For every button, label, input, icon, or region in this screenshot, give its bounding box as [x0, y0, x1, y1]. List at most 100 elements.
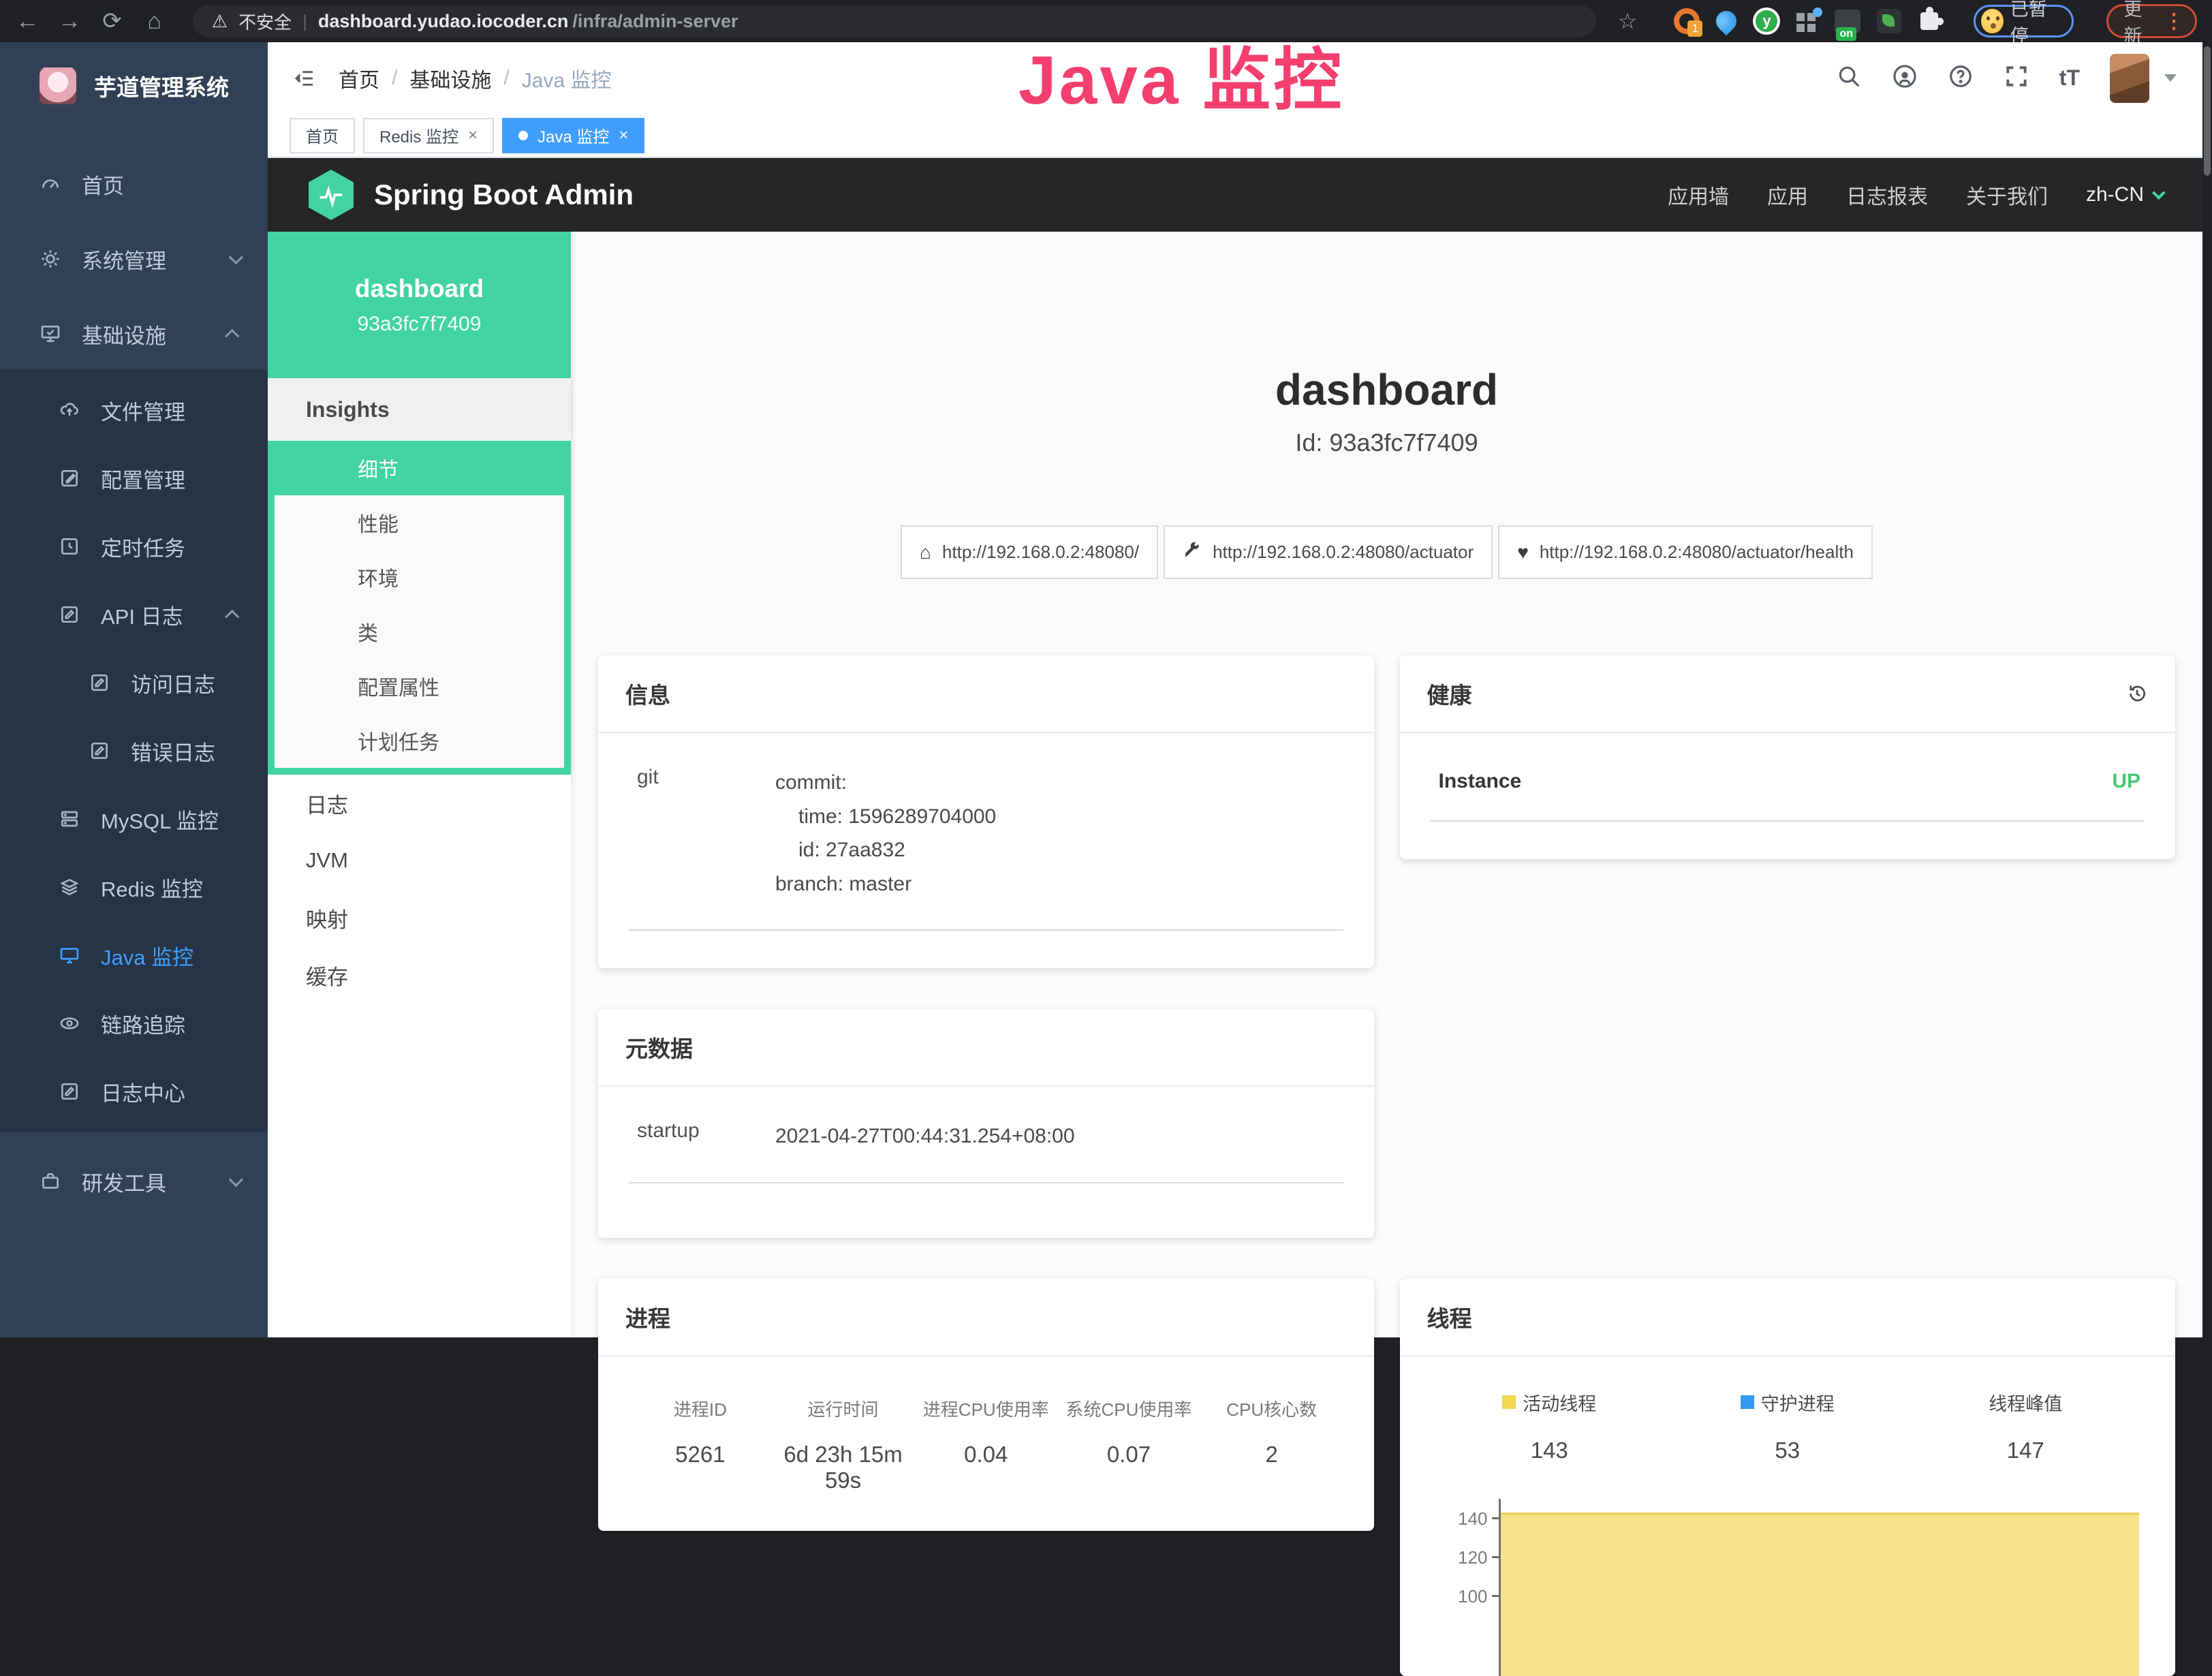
metadata-card-title: 元数据 [598, 1009, 1374, 1087]
reload-icon[interactable]: ⟳ [99, 10, 124, 33]
actuator-url-link[interactable]: http://192.168.0.2:48080/actuator [1164, 525, 1493, 579]
sidebar-item-trace[interactable]: 链路追踪 [0, 989, 268, 1057]
instance-id: 93a3fc7f7409 [358, 313, 482, 336]
sidebar-item-mysql[interactable]: MySQL 监控 [0, 785, 268, 853]
metadata-card: 元数据 startup 2021-04-27T00:44:31.254+08:0… [598, 1009, 1374, 1238]
sidebar-fold-icon[interactable] [294, 67, 315, 89]
tab-java[interactable]: Java 监控 × [502, 118, 644, 153]
forward-icon[interactable]: → [57, 10, 82, 33]
nav-item-logs[interactable]: 日志 [268, 775, 571, 832]
security-label[interactable]: 不安全 [238, 9, 292, 34]
window-scrollbar[interactable] [2202, 42, 2212, 1337]
nav-item-metrics[interactable]: 性能 [275, 495, 564, 550]
nav-applications[interactable]: 应用 [1767, 180, 1808, 210]
cloud-upload-icon [59, 399, 80, 421]
service-url-link[interactable]: ⌂ http://192.168.0.2:48080/ [901, 525, 1158, 579]
extension-leaf-icon[interactable] [1877, 9, 1901, 33]
github-icon[interactable] [1892, 63, 1918, 93]
avatar-caret-icon[interactable] [2164, 74, 2177, 82]
search-icon[interactable] [1836, 63, 1862, 93]
sidebar-item-config[interactable]: 配置管理 [0, 444, 268, 512]
gauge-icon [40, 173, 61, 195]
nav-item-configprops[interactable]: 配置属性 [275, 659, 564, 713]
eye-icon [59, 1012, 80, 1034]
threads-card: 线程 活动线程 143 守护进程 53 线程峰值 147 [1400, 1279, 2176, 1676]
metadata-startup-row: startup 2021-04-27T00:44:31.254+08:00 [629, 1119, 1343, 1183]
sidebar-item-java[interactable]: Java 监控 [0, 921, 268, 989]
nav-item-mappings[interactable]: 映射 [268, 889, 571, 946]
edit-square-icon [59, 1081, 80, 1102]
sidebar-item-access-log[interactable]: 访问日志 [0, 649, 268, 717]
nav-item-classes[interactable]: 类 [275, 604, 564, 659]
nav-item-jvm[interactable]: JVM [268, 832, 571, 889]
spring-boot-admin-logo-icon[interactable] [309, 170, 354, 220]
chevron-up-icon [225, 328, 239, 343]
help-icon[interactable] [1948, 63, 1974, 93]
extension-pin-icon[interactable] [1712, 7, 1741, 35]
sidebar-item-api-log[interactable]: API 日志 [0, 580, 268, 649]
scrollbar-thumb[interactable] [2204, 46, 2211, 176]
instance-header[interactable]: dashboard 93a3fc7f7409 [268, 232, 571, 378]
fullscreen-icon[interactable] [2004, 63, 2029, 93]
process-columns: 进程ID 5261 运行时间 6d 23h 15m 59s 进程CPU使用率 0… [629, 1389, 1343, 1493]
address-bar[interactable]: ⚠ 不安全 | dashboard.yudao.iocoder.cn /infr… [193, 5, 1596, 37]
extension-y-icon[interactable]: y [1753, 7, 1780, 35]
nav-about[interactable]: 关于我们 [1966, 180, 2048, 210]
gear-icon [40, 248, 61, 270]
user-avatar[interactable] [2110, 54, 2149, 103]
nav-item-environment[interactable]: 环境 [275, 550, 564, 604]
metadata-row-label: startup [629, 1119, 775, 1153]
tab-home[interactable]: 首页 [290, 118, 355, 153]
breadcrumb-infra[interactable]: 基础设施 [409, 63, 491, 93]
health-row-label: Instance [1439, 770, 1522, 793]
nav-item-scheduled-tasks[interactable]: 计划任务 [275, 713, 564, 768]
admin-sidebar: 芋道管理系统 首页 系统管理 基础设施 文件管理 配置管理 定时任务 API 日… [0, 42, 268, 1337]
link-label: http://192.168.0.2:48080/actuator/health [1540, 542, 1854, 563]
paused-chip[interactable]: 已暂停 [1974, 5, 2074, 37]
sidebar-item-redis[interactable]: Redis 监控 [0, 853, 268, 921]
sidebar-item-log-center[interactable]: 日志中心 [0, 1057, 268, 1126]
process-card-title: 进程 [598, 1279, 1374, 1356]
nav-wallboard[interactable]: 应用墙 [1668, 180, 1729, 210]
extensions-puzzle-icon[interactable] [1920, 12, 1938, 30]
display-icon [59, 944, 80, 966]
tab-redis[interactable]: Redis 监控 × [363, 118, 494, 153]
extension-colorpicker-icon[interactable]: 1 [1674, 8, 1700, 34]
info-row-label: git [629, 766, 775, 901]
server-icon [59, 808, 80, 830]
chart-plot-area [1499, 1499, 2145, 1676]
sidebar-item-jobs[interactable]: 定时任务 [0, 512, 268, 580]
extension-switch-icon[interactable]: on [1835, 10, 1860, 33]
breadcrumb-separator: / [503, 67, 509, 90]
breadcrumb: 首页 / 基础设施 / Java 监控 [339, 63, 611, 93]
extension-grid-icon[interactable] [1796, 10, 1818, 32]
url-path: /infra/admin-server [572, 11, 738, 32]
sidebar-item-home[interactable]: 首页 [0, 149, 268, 219]
bookmark-star-icon[interactable]: ☆ [1618, 8, 1638, 34]
close-icon[interactable]: × [468, 126, 478, 145]
history-icon[interactable] [2126, 683, 2148, 704]
sba-brand-title[interactable]: Spring Boot Admin [374, 179, 634, 211]
breadcrumb-home[interactable]: 首页 [339, 63, 379, 93]
health-url-link[interactable]: ♥ http://192.168.0.2:48080/actuator/heal… [1498, 525, 1873, 579]
sidebar-item-system[interactable]: 系统管理 [0, 223, 268, 294]
chart-area-fill [1501, 1512, 2140, 1676]
close-icon[interactable]: × [619, 126, 628, 145]
app-logo[interactable]: 芋道管理系统 [0, 42, 268, 129]
browser-home-icon[interactable]: ⌂ [142, 10, 167, 33]
sidebar-item-infra[interactable]: 基础设施 [0, 298, 268, 369]
nav-journal[interactable]: 日志报表 [1846, 180, 1928, 210]
nav-item-details[interactable]: 细节 [268, 441, 571, 495]
sidebar-item-files[interactable]: 文件管理 [0, 376, 268, 444]
sidebar-item-devtools[interactable]: 研发工具 [0, 1146, 268, 1217]
sba-header: Spring Boot Admin 应用墙 应用 日志报表 关于我们 zh-CN [268, 158, 2202, 232]
threads-card-title: 线程 [1400, 1279, 2176, 1356]
back-icon[interactable]: ← [15, 10, 40, 33]
menu-dots-icon[interactable]: ⋮ [2164, 10, 2184, 33]
nav-item-caches[interactable]: 缓存 [268, 946, 571, 1004]
update-button[interactable]: 更新 ⋮ [2106, 4, 2197, 38]
locale-select[interactable]: zh-CN [2086, 183, 2162, 206]
font-size-icon[interactable]: tT [2059, 65, 2080, 91]
sidebar-item-error-log[interactable]: 错误日志 [0, 717, 268, 785]
cards-grid: 信息 git commit: time: 1596289704000 id: 2… [598, 655, 2175, 1676]
